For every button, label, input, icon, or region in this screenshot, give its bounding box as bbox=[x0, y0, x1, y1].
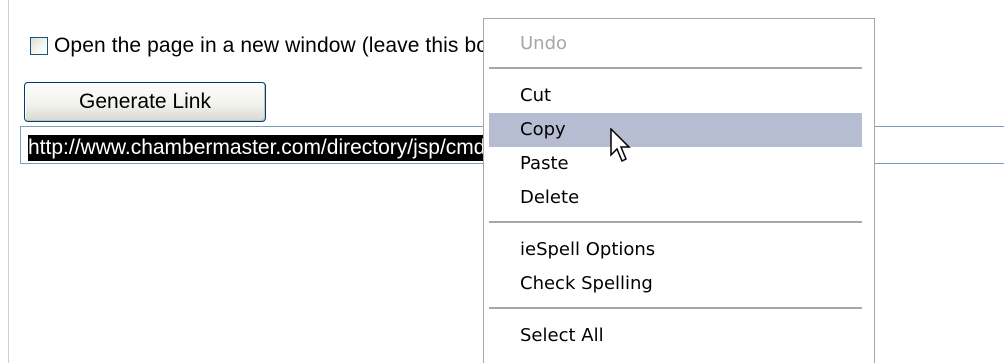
menu-separator bbox=[489, 67, 862, 69]
arrow-pointer-icon bbox=[610, 128, 631, 163]
menu-separator bbox=[489, 221, 862, 223]
menu-separator bbox=[489, 307, 862, 309]
generate-link-button[interactable]: Generate Link bbox=[24, 82, 266, 122]
menu-item-undo[interactable]: Undo bbox=[489, 27, 862, 61]
menu-item-paste[interactable]: Paste bbox=[489, 147, 862, 181]
menu-item-cut[interactable]: Cut bbox=[489, 79, 862, 113]
window-left-border bbox=[0, 0, 9, 363]
menu-item-iespell-options[interactable]: ieSpell Options bbox=[489, 233, 862, 267]
menu-item-check-spelling[interactable]: Check Spelling bbox=[489, 267, 862, 301]
menu-item-delete[interactable]: Delete bbox=[489, 181, 862, 215]
menu-item-copy[interactable]: Copy bbox=[489, 113, 862, 147]
context-menu: Undo Cut Copy Paste Delete ieSpell Optio… bbox=[483, 18, 875, 363]
menu-item-select-all[interactable]: Select All bbox=[489, 319, 862, 353]
new-window-checkbox[interactable] bbox=[30, 37, 48, 55]
